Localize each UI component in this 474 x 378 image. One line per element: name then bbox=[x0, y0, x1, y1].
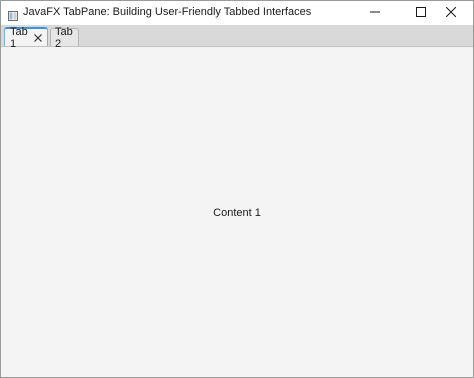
maximize-icon bbox=[416, 4, 426, 22]
tab-label: Tab 1 bbox=[10, 25, 28, 50]
close-icon bbox=[445, 4, 457, 22]
application-window: JavaFX TabPane: Building User-Friendly T… bbox=[0, 0, 474, 378]
tab-header-area: Tab 1 Tab 2 bbox=[1, 25, 473, 50]
tab-close-button[interactable] bbox=[34, 33, 42, 42]
tab-content-area: Content 1 bbox=[1, 47, 473, 377]
close-window-button[interactable] bbox=[428, 1, 473, 25]
tab-1[interactable]: Tab 1 bbox=[4, 26, 48, 50]
title-bar[interactable]: JavaFX TabPane: Building User-Friendly T… bbox=[1, 1, 473, 25]
minimize-icon bbox=[370, 4, 380, 22]
content-label: Content 1 bbox=[213, 207, 261, 219]
tab-2[interactable]: Tab 2 bbox=[50, 26, 79, 50]
minimize-button[interactable] bbox=[352, 1, 398, 25]
close-icon bbox=[34, 33, 42, 42]
java-app-icon bbox=[8, 8, 18, 21]
tab-label: Tab 2 bbox=[55, 25, 73, 50]
window-title: JavaFX TabPane: Building User-Friendly T… bbox=[23, 6, 312, 18]
